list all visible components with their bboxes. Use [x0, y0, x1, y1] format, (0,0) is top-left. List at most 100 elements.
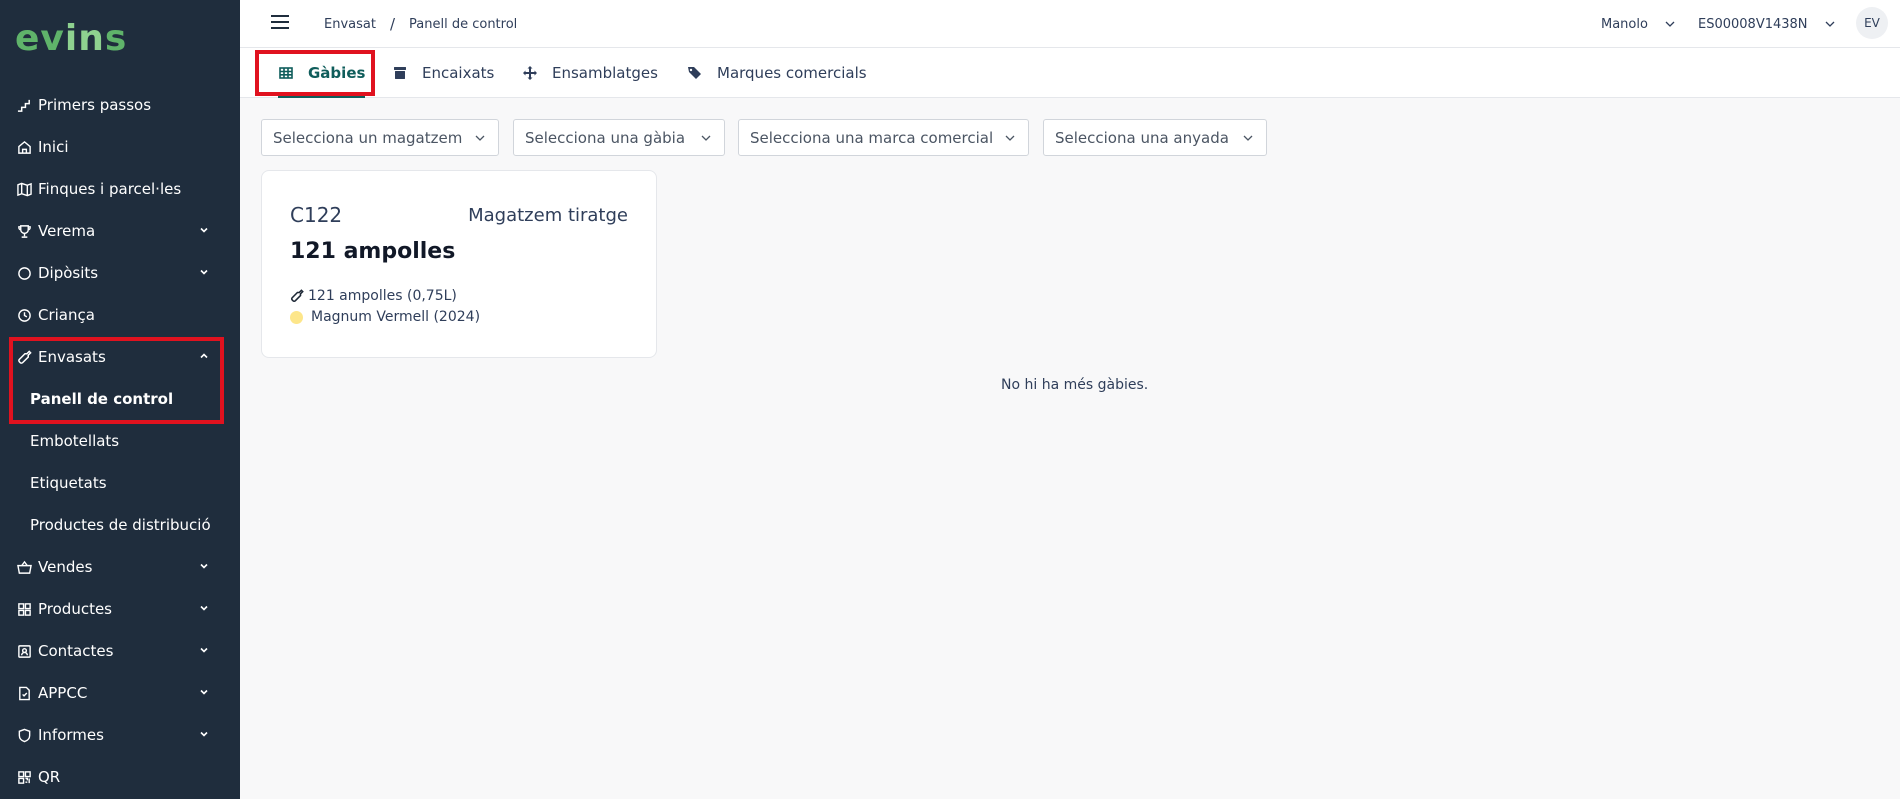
sidebar-subitem-embotellats[interactable]: Embotellats — [0, 420, 240, 462]
shield-icon — [16, 727, 32, 743]
vintage-select-value: Selecciona una anyada — [1055, 128, 1229, 147]
tab-ensamblatges[interactable]: Ensamblatges — [522, 48, 658, 98]
cage-select-value: Selecciona una gàbia — [525, 128, 686, 147]
sidebar-subitem-productes-de-distribucio[interactable]: Productes de distribució — [0, 504, 240, 546]
user-name: Manolo — [1601, 16, 1648, 32]
sidebar-subitem-panell-de-control[interactable]: Panell de control — [0, 378, 240, 420]
chevron-down-icon — [701, 135, 711, 141]
sidebar-item-label: Criança — [38, 306, 95, 324]
sidebar-item-qr[interactable]: QR — [0, 756, 240, 798]
chevron-down-icon — [475, 135, 485, 141]
sidebar-subitem-label: Productes de distribució — [30, 516, 211, 534]
top-bar: Envasat / Panell de control Manolo ES000… — [240, 0, 1900, 48]
breadcrumb-separator: / — [389, 15, 396, 33]
sidebar-item-label: Finques i parcel·les — [38, 180, 182, 198]
cage-product-row: Magnum Vermell (2024) — [290, 309, 480, 325]
product-color-dot — [290, 310, 303, 324]
move-arrows-icon — [522, 65, 538, 81]
sidebar-item-informes[interactable]: Informes — [0, 714, 240, 756]
box-icon — [392, 65, 408, 81]
chevron-down-icon — [200, 689, 208, 695]
contacts-icon — [16, 643, 32, 659]
chevron-down-icon — [200, 647, 208, 653]
chevron-down-icon — [200, 605, 208, 611]
sidebar-item-primers-passos[interactable]: Primers passos — [0, 84, 240, 126]
cage-detail-row: 121 ampolles (0,75L) — [290, 288, 457, 304]
sidebar-item-inici[interactable]: Inici — [0, 126, 240, 168]
tab-marques-comercials[interactable]: Marques comercials — [687, 48, 867, 98]
sidebar-nav: Primers passos Inici Finques i parcel·le… — [0, 84, 240, 798]
chevron-down-icon — [1243, 135, 1253, 141]
cage-detail: 121 ampolles (0,75L) — [308, 288, 457, 304]
menu-icon[interactable] — [270, 14, 290, 30]
app-logo[interactable]: evins — [15, 18, 127, 59]
cage-code: C122 — [290, 203, 343, 227]
grid-icon — [16, 601, 32, 617]
sidebar-subitem-label: Embotellats — [30, 432, 120, 450]
sidebar-item-verema[interactable]: Verema — [0, 210, 240, 252]
chevron-down-icon — [200, 731, 208, 737]
sidebar-subitem-label: Panell de control — [30, 390, 174, 408]
company-dropdown[interactable]: ES00008V1438N — [1698, 0, 1836, 48]
trophy-icon — [16, 223, 32, 239]
brand-select-value: Selecciona una marca comercial — [750, 128, 994, 147]
user-dropdown[interactable]: Manolo — [1601, 0, 1676, 48]
sidebar-item-appcc[interactable]: APPCC — [0, 672, 240, 714]
chevron-down-icon — [1665, 21, 1675, 27]
sidebar-item-diposits[interactable]: Dipòsits — [0, 252, 240, 294]
company-code: ES00008V1438N — [1698, 16, 1808, 32]
sidebar-item-label: Inici — [38, 138, 69, 156]
sidebar-item-envasats[interactable]: Envasats — [0, 336, 240, 378]
sidebar-item-productes[interactable]: Productes — [0, 588, 240, 630]
sidebar-item-vendes[interactable]: Vendes — [0, 546, 240, 588]
sidebar-subitem-etiquetats[interactable]: Etiquetats — [0, 462, 240, 504]
cage-warehouse: Magatzem tiratge — [468, 205, 628, 226]
brand-select[interactable]: Selecciona una marca comercial — [738, 119, 1029, 156]
bottle-icon — [290, 289, 304, 303]
cage-product: Magnum Vermell (2024) — [311, 309, 481, 325]
stairs-icon — [16, 97, 32, 113]
sidebar-item-label: Primers passos — [38, 96, 152, 114]
tab-label: Marques comercials — [717, 64, 867, 82]
sidebar-item-finques[interactable]: Finques i parcel·les — [0, 168, 240, 210]
vintage-select[interactable]: Selecciona una anyada — [1043, 119, 1267, 156]
chevron-down-icon — [200, 269, 208, 275]
tab-gabies[interactable]: Gàbies — [278, 48, 366, 98]
chevron-up-icon — [200, 353, 208, 359]
breadcrumb-item-current: Panell de control — [409, 16, 518, 32]
cage-select[interactable]: Selecciona una gàbia — [513, 119, 725, 156]
warehouse-select-value: Selecciona un magatzem — [273, 128, 463, 147]
sidebar-item-label: APPCC — [38, 684, 88, 702]
sidebar-subitem-label: Etiquetats — [30, 474, 107, 492]
document-check-icon — [16, 685, 32, 701]
breadcrumb-item-envasat[interactable]: Envasat — [324, 17, 376, 32]
sidebar-item-crianca[interactable]: Criança — [0, 294, 240, 336]
sidebar-item-label: Productes — [38, 600, 112, 618]
breadcrumb: Envasat / Panell de control — [324, 15, 517, 33]
cage-quantity: 121 ampolles — [290, 239, 456, 264]
tab-bar: Gàbies Encaixats Ensamblatges Marques co… — [240, 48, 1900, 98]
chevron-down-icon — [200, 227, 208, 233]
avatar[interactable]: EV — [1856, 7, 1888, 39]
circle-icon — [16, 265, 32, 281]
sidebar-item-label: QR — [38, 768, 61, 786]
tab-encaixats[interactable]: Encaixats — [392, 48, 494, 98]
warehouse-select[interactable]: Selecciona un magatzem — [261, 119, 499, 156]
empty-state-text: No hi ha més gàbies. — [1001, 377, 1149, 393]
clock-icon — [16, 307, 32, 323]
tab-label: Gàbies — [308, 64, 366, 82]
qr-code-icon — [16, 769, 32, 785]
cage-card[interactable]: C122 Magatzem tiratge 121 ampolles 121 a… — [261, 170, 657, 358]
sidebar-item-label: Envasats — [38, 348, 106, 366]
chevron-down-icon — [1005, 135, 1015, 141]
sidebar-item-contactes[interactable]: Contactes — [0, 630, 240, 672]
sidebar-item-label: Contactes — [38, 642, 114, 660]
tags-icon — [687, 65, 703, 81]
sidebar-item-label: Verema — [38, 222, 96, 240]
chevron-down-icon — [1825, 21, 1834, 27]
tab-label: Encaixats — [422, 64, 495, 82]
sidebar-item-label: Dipòsits — [38, 264, 99, 282]
sidebar-item-label: Vendes — [38, 558, 93, 576]
sidebar-item-label: Informes — [38, 726, 104, 744]
bottle-icon — [16, 349, 32, 365]
